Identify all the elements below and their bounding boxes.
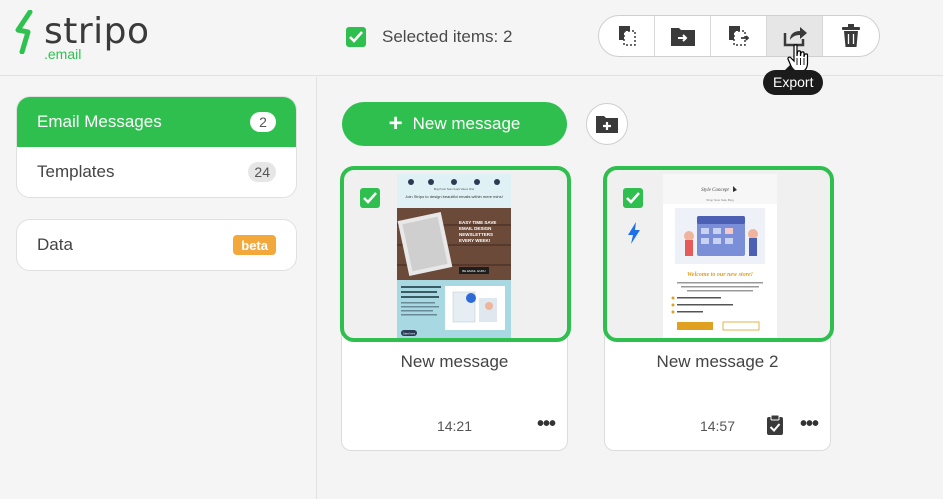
- message-card[interactable]: Style Concept Shop New Sale Blog Welcome…: [603, 166, 834, 451]
- checkmark-icon: [363, 192, 377, 204]
- sidebar-item-data[interactable]: Data beta: [17, 220, 296, 270]
- copy-button[interactable]: [599, 16, 655, 56]
- preview-welcome: Welcome to our new store!: [687, 272, 753, 278]
- new-message-label: New message: [412, 114, 521, 133]
- email-preview: Style Concept Shop New Sale Blog Welcome…: [663, 174, 777, 338]
- export-tooltip: Export: [763, 65, 824, 95]
- delete-button[interactable]: [823, 16, 879, 56]
- message-card[interactable]: Blog Posts Team Goals Videos Chat Join S…: [340, 166, 571, 451]
- preview-headline: Join Stripo to design beautiful emails w…: [405, 194, 503, 199]
- copy-icon: [618, 26, 636, 46]
- checkmark-icon: [349, 31, 363, 43]
- message-time: 14:57: [699, 418, 736, 434]
- trash-icon: [842, 24, 860, 47]
- bulk-action-toolbar: [598, 15, 880, 57]
- move-to-folder-button[interactable]: [655, 16, 711, 56]
- lightning-bolt-icon: [628, 222, 640, 244]
- sidebar-item-label: Email Messages: [37, 112, 162, 131]
- add-folder-icon: [596, 116, 618, 133]
- more-options-icon[interactable]: •••: [537, 414, 556, 434]
- duplicate-icon: [728, 26, 749, 46]
- message-checkbox[interactable]: [623, 188, 643, 208]
- message-title[interactable]: New message 2: [605, 352, 830, 372]
- data-nav-card: Data beta: [16, 219, 297, 271]
- clipboard-check-icon[interactable]: [766, 414, 784, 436]
- stripo-logo[interactable]: stripo .email: [14, 10, 154, 66]
- selection-status: Selected items: 2: [346, 26, 512, 48]
- new-message-button[interactable]: + New message: [342, 102, 567, 146]
- sidebar-item-templates[interactable]: Templates 24: [17, 147, 296, 197]
- new-folder-button[interactable]: [586, 103, 628, 145]
- sidebar-item-label: Data: [37, 235, 73, 254]
- stripo-logo-icon: [15, 10, 33, 54]
- sidebar-item-email-messages[interactable]: Email Messages 2: [17, 97, 296, 147]
- message-title[interactable]: New message: [342, 352, 567, 372]
- sidebar: Email Messages 2 Templates 24 Data beta: [0, 77, 317, 499]
- selected-items-label: Selected items: 2: [382, 27, 513, 46]
- count-badge: 2: [250, 112, 276, 132]
- logo-suffix: .email: [44, 46, 82, 62]
- duplicate-button[interactable]: [711, 16, 767, 56]
- preview-start-button: Start here: [403, 331, 416, 335]
- message-thumbnail[interactable]: Blog Posts Team Goals Videos Chat Join S…: [340, 166, 571, 342]
- email-preview: Blog Posts Team Goals Videos Chat Join S…: [397, 174, 511, 338]
- plus-icon: +: [388, 110, 403, 137]
- count-badge: 24: [248, 162, 276, 182]
- beta-badge: beta: [233, 235, 276, 255]
- preview-promo-button: BE EMAIL GURU: [462, 269, 485, 273]
- message-time: 14:21: [436, 418, 473, 434]
- preview-nav-text: Blog Posts Team Goals Videos Chat: [434, 188, 475, 191]
- checkmark-icon: [626, 192, 640, 204]
- preview-nav-text: Shop New Sale Blog: [706, 198, 734, 202]
- preview-promo-text: EASY TIME SAVE EMAIL DESIGN NEWSLETTERS …: [459, 220, 497, 243]
- messages-nav-card: Email Messages 2 Templates 24: [16, 96, 297, 198]
- message-checkbox[interactable]: [360, 188, 380, 208]
- move-to-folder-icon: [670, 28, 695, 46]
- preview-brand: Style Concept: [701, 188, 729, 193]
- more-options-icon[interactable]: •••: [800, 414, 819, 434]
- sidebar-item-label: Templates: [37, 162, 115, 181]
- select-all-checkbox[interactable]: [346, 27, 366, 47]
- logo-wordmark: stripo: [44, 11, 150, 52]
- message-thumbnail[interactable]: Style Concept Shop New Sale Blog Welcome…: [603, 166, 834, 342]
